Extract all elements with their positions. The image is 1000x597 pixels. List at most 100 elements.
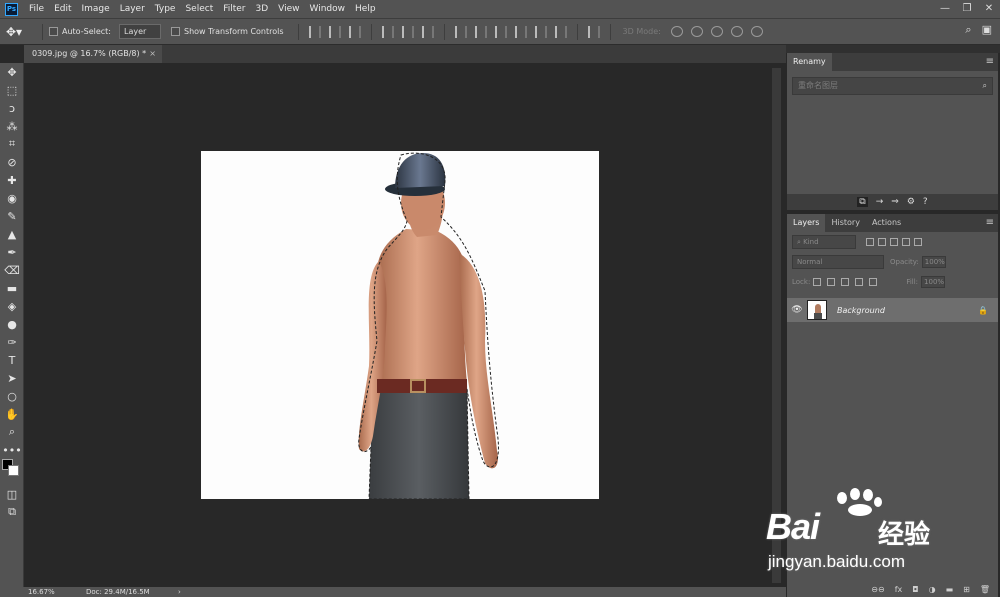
3d-slide-icon[interactable] bbox=[730, 26, 743, 37]
menu-view[interactable]: View bbox=[273, 0, 304, 18]
lock-transparent-icon[interactable] bbox=[813, 278, 822, 286]
tab-history[interactable]: History bbox=[825, 214, 865, 232]
distribute-hcenter-icon[interactable] bbox=[534, 25, 547, 38]
close-button[interactable]: ✕ bbox=[978, 0, 1000, 18]
history-brush-tool-icon[interactable]: ▲ bbox=[0, 225, 24, 243]
status-menu-arrow-icon[interactable]: › bbox=[178, 587, 181, 597]
magic-wand-tool-icon[interactable]: ⁂ bbox=[0, 117, 24, 135]
type-tool-icon[interactable]: T bbox=[0, 351, 24, 369]
lock-all-icon[interactable] bbox=[869, 278, 878, 286]
menu-help[interactable]: Help bbox=[350, 0, 381, 18]
3d-scale-icon[interactable] bbox=[750, 26, 763, 37]
align-left-icon[interactable] bbox=[381, 25, 394, 38]
3d-pan-icon[interactable] bbox=[710, 26, 723, 37]
workspace-icon[interactable]: ▣ bbox=[982, 23, 992, 37]
3d-orbit-icon[interactable] bbox=[670, 26, 683, 37]
layer-row-background[interactable]: 👁 Background 🔒 bbox=[787, 298, 998, 322]
tab-actions[interactable]: Actions bbox=[866, 214, 907, 232]
close-tab-icon[interactable]: × bbox=[149, 45, 156, 63]
blend-mode-dropdown[interactable]: Normal bbox=[792, 255, 884, 269]
dodge-tool-icon[interactable]: ● bbox=[0, 315, 24, 333]
document-tab[interactable]: 0309.jpg @ 16.7% (RGB/8) * × bbox=[24, 45, 162, 63]
adjustment-layer-icon[interactable]: ◑ bbox=[929, 585, 936, 594]
hand-tool-icon[interactable]: ✋ bbox=[0, 405, 24, 423]
crop-tool-icon[interactable]: ⌗ bbox=[0, 135, 24, 153]
distribute-vcenter-icon[interactable] bbox=[474, 25, 487, 38]
distribute-left-icon[interactable] bbox=[514, 25, 527, 38]
auto-select-checkbox[interactable] bbox=[49, 27, 58, 36]
screen-mode-icon[interactable]: ⧉ bbox=[0, 503, 24, 521]
menu-layer[interactable]: Layer bbox=[115, 0, 150, 18]
visibility-eye-icon[interactable]: 👁 bbox=[787, 305, 807, 315]
adjustment-filter-icon[interactable] bbox=[878, 238, 886, 246]
help-icon[interactable]: ? bbox=[923, 197, 928, 207]
menu-filter[interactable]: Filter bbox=[218, 0, 250, 18]
gradient-tool-icon[interactable]: ▬ bbox=[0, 279, 24, 297]
move-tool-preset-icon[interactable]: ✥▾ bbox=[6, 25, 36, 39]
healing-brush-tool-icon[interactable]: ✚ bbox=[0, 171, 24, 189]
opacity-input[interactable]: 100% bbox=[921, 256, 946, 268]
more-tools-icon[interactable]: ••• bbox=[0, 441, 24, 459]
show-transform-checkbox[interactable] bbox=[170, 27, 180, 36]
auto-align-icon[interactable] bbox=[587, 25, 600, 38]
zoom-level[interactable]: 16.67% bbox=[28, 587, 55, 597]
background-color-swatch[interactable] bbox=[8, 465, 19, 476]
menu-type[interactable]: Type bbox=[150, 0, 181, 18]
rename-action-icon[interactable]: ⧉ bbox=[857, 197, 868, 207]
menu-edit[interactable]: Edit bbox=[49, 0, 76, 18]
tab-layers[interactable]: Layers bbox=[787, 214, 826, 232]
panel-menu-icon[interactable]: ≡ bbox=[986, 214, 994, 232]
search-icon[interactable]: ⌕ bbox=[965, 23, 971, 37]
lock-position-icon[interactable] bbox=[841, 278, 850, 286]
lock-artboard-icon[interactable] bbox=[855, 278, 864, 286]
align-right-icon[interactable] bbox=[421, 25, 434, 38]
align-bottom-icon[interactable] bbox=[348, 25, 361, 38]
distribute-right-icon[interactable] bbox=[554, 25, 567, 38]
distribute-top-icon[interactable] bbox=[454, 25, 467, 38]
panel-menu-icon[interactable]: ≡ bbox=[986, 53, 994, 71]
menu-file[interactable]: File bbox=[24, 0, 49, 18]
clone-stamp-tool-icon[interactable]: ✎ bbox=[0, 207, 24, 225]
blur-tool-icon[interactable]: ◈ bbox=[0, 297, 24, 315]
3d-roll-icon[interactable] bbox=[690, 26, 703, 37]
zoom-tool-icon[interactable]: ⌕ bbox=[0, 423, 24, 441]
distribute-bottom-icon[interactable] bbox=[494, 25, 507, 38]
trash-icon[interactable]: 🗑 bbox=[980, 585, 990, 594]
restore-button[interactable]: ❐ bbox=[956, 0, 978, 18]
gear-icon[interactable]: ⚙ bbox=[907, 197, 915, 207]
fx-icon[interactable]: fx bbox=[895, 585, 903, 594]
rename-layer-input[interactable]: 重命名图层 ⌕ bbox=[792, 77, 993, 95]
document-canvas[interactable] bbox=[201, 151, 599, 499]
align-vcenter-icon[interactable] bbox=[328, 25, 341, 38]
double-arrow-icon[interactable]: ⇒ bbox=[891, 197, 899, 207]
eraser-alt-tool-icon[interactable]: ⌫ bbox=[0, 261, 24, 279]
auto-select-dropdown[interactable]: Layer bbox=[118, 24, 161, 39]
smart-object-filter-icon[interactable] bbox=[914, 238, 922, 246]
pen-tool-icon[interactable]: ✑ bbox=[0, 333, 24, 351]
menu-window[interactable]: Window bbox=[305, 0, 351, 18]
brush-tool-icon[interactable]: ◉ bbox=[0, 189, 24, 207]
lock-image-icon[interactable] bbox=[827, 278, 836, 286]
menu-select[interactable]: Select bbox=[180, 0, 218, 18]
search-icon[interactable]: ⌕ bbox=[983, 78, 987, 94]
shape-filter-icon[interactable] bbox=[902, 238, 910, 246]
layer-lock-icon[interactable]: 🔒 bbox=[978, 306, 988, 315]
arrow-right-icon[interactable]: → bbox=[876, 197, 884, 207]
tab-renamy[interactable]: Renamy bbox=[787, 53, 832, 71]
type-filter-icon[interactable] bbox=[890, 238, 898, 246]
pixel-filter-icon[interactable] bbox=[866, 238, 874, 246]
quick-mask-icon[interactable]: ◫ bbox=[0, 485, 24, 503]
align-hcenter-icon[interactable] bbox=[401, 25, 414, 38]
fill-input[interactable]: 100% bbox=[921, 276, 946, 288]
lasso-tool-icon[interactable]: ↄ bbox=[0, 99, 24, 117]
marquee-tool-icon[interactable]: ⬚ bbox=[0, 81, 24, 99]
layer-name[interactable]: Background bbox=[837, 306, 885, 315]
minimize-button[interactable]: — bbox=[934, 0, 956, 18]
align-top-icon[interactable] bbox=[308, 25, 321, 38]
menu-image[interactable]: Image bbox=[77, 0, 115, 18]
eyedropper-tool-icon[interactable]: ⊘ bbox=[0, 153, 24, 171]
new-layer-icon[interactable]: ⊞ bbox=[963, 585, 970, 594]
eraser-tool-icon[interactable]: ✒ bbox=[0, 243, 24, 261]
move-tool-icon[interactable]: ✥ bbox=[0, 63, 24, 81]
path-selection-tool-icon[interactable]: ➤ bbox=[0, 369, 24, 387]
